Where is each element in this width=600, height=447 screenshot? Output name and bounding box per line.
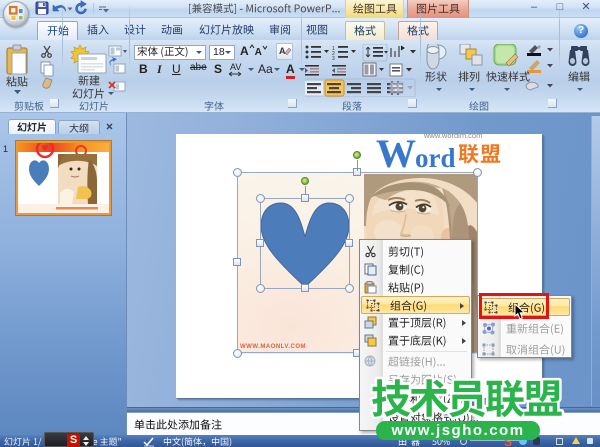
svg-text:3: 3 xyxy=(332,56,335,62)
svg-text:A: A xyxy=(279,46,286,56)
